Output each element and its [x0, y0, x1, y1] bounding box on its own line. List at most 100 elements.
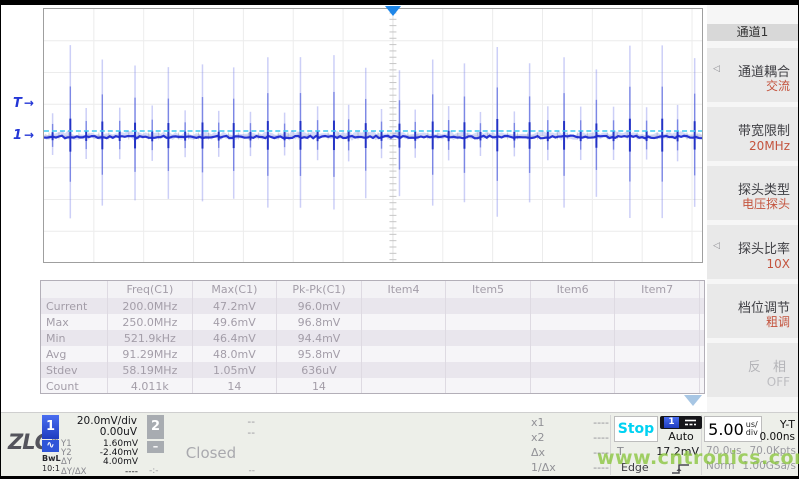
value-cell: [699, 362, 705, 378]
timebase-scale-box[interactable]: 5.00 us/ div: [704, 416, 762, 442]
channel1-marker-label: 1: [13, 128, 22, 143]
value-cell: [530, 330, 615, 346]
table-header-cell: Item4: [361, 281, 446, 298]
menu-item-value: 电压探头: [742, 195, 790, 212]
value-cell: 96.8mV: [277, 314, 362, 330]
value-cell: 48.0mV: [192, 346, 277, 362]
row-label-cell: Min: [41, 330, 108, 346]
menu-item-value: 10X: [767, 257, 791, 271]
channel1-status-block[interactable]: 1 20.0mV/div 0.00uV ∿ BwL 10:1 Y11.60mVY…: [42, 414, 138, 476]
value-cell: 14: [277, 378, 362, 394]
watermark: www.cntronics.com: [597, 447, 799, 469]
channel2-extra: --: [249, 466, 256, 476]
value-cell: [530, 346, 615, 362]
channel2-status-block[interactable]: 2 -- -- – Closed -:- --: [147, 414, 257, 476]
value-cell: [699, 330, 705, 346]
timebase-value: 5.00: [708, 420, 744, 439]
table-row: Max250.0MHz49.6mV96.8mV: [41, 314, 705, 330]
channel2-status-text: Closed: [167, 444, 255, 462]
value-cell: [446, 330, 531, 346]
value-cell: [361, 298, 446, 314]
sidebar-item-2[interactable]: 带宽限制20MHz: [707, 107, 798, 161]
display-mode: Y-T: [780, 418, 795, 431]
dc-coupling-icon: [683, 418, 698, 427]
scroll-down-arrow-icon[interactable]: [684, 395, 702, 406]
menu-item-value: 粗调: [766, 313, 790, 330]
sidebar-title: 通道1: [707, 24, 798, 41]
cursor-label: 1/Δx: [531, 460, 556, 475]
measurement-table: Freq(C1)Max(C1)Pk-Pk(C1)Item4Item5Item6I…: [40, 280, 705, 394]
menu-item-value: 交流: [766, 77, 790, 94]
value-cell: 14: [192, 378, 277, 394]
value-cell: [446, 298, 531, 314]
row-label-cell: Stdev: [41, 362, 108, 378]
channel1-ground-marker[interactable]: 1→: [13, 129, 34, 142]
y-cursor-readouts: Y11.60mVY2-2.40mVΔY4.00mVΔY/ΔX----: [61, 440, 138, 477]
value-cell: 47.2mV: [192, 298, 277, 314]
channel2-badge[interactable]: 2: [147, 415, 164, 439]
trigger-source-strip[interactable]: 1: [660, 416, 702, 429]
table-header-cell: Item6: [530, 281, 615, 298]
cursor-label: x2: [531, 430, 545, 445]
menu-item-label: 探头比率: [738, 238, 790, 257]
channel2-ratio: -:-: [149, 466, 159, 476]
cursor-label: x1: [531, 415, 545, 430]
value-cell: [361, 330, 446, 346]
channel1-scale: 20.0mV/div 0.00uV: [61, 416, 137, 438]
sidebar-item-1[interactable]: ◁通道耦合交流: [707, 48, 798, 102]
channel-menu-sidebar: 通道1 ◁通道耦合交流带宽限制20MHz探头类型电压探头◁探头比率10X档位调节…: [707, 5, 798, 412]
value-cell: 91.29MHz: [108, 346, 193, 362]
value-cell: [615, 362, 700, 378]
cursor-value: ----: [125, 468, 138, 477]
sidebar-item-3[interactable]: 探头类型电压探头: [707, 166, 798, 220]
trigger-level-marker[interactable]: T→: [13, 97, 34, 110]
value-cell: 1.05mV: [192, 362, 277, 378]
table-header-cell: Freq(C1): [108, 281, 193, 298]
row-label-cell: Max: [41, 314, 108, 330]
channel1-badge[interactable]: 1: [42, 415, 59, 439]
run-stop-indicator[interactable]: Stop: [614, 416, 658, 442]
table-header-cell: Item5: [446, 281, 531, 298]
value-cell: [615, 378, 700, 394]
waveform-svg: [44, 9, 702, 262]
value-cell: 46.4mV: [192, 330, 277, 346]
value-cell: 250.0MHz: [108, 314, 193, 330]
value-cell: [615, 298, 700, 314]
value-cell: 96.0mV: [277, 298, 362, 314]
waveform-plot: [43, 8, 703, 263]
cursor-label: Δx: [531, 445, 545, 460]
value-cell: [361, 346, 446, 362]
value-cell: [615, 330, 700, 346]
table-header-cell: Item7: [615, 281, 700, 298]
sidebar-item-5[interactable]: 档位调节粗调: [707, 284, 798, 338]
value-cell: [446, 362, 531, 378]
sidebar-item-6: 反 相OFF: [707, 343, 798, 397]
trigger-position-marker-icon[interactable]: [385, 6, 401, 16]
probe-ratio-indicator: 10:1: [42, 464, 60, 473]
value-cell: [361, 362, 446, 378]
row-label-cell: Avg: [41, 346, 108, 362]
value-cell: [446, 314, 531, 330]
value-cell: [615, 314, 700, 330]
value-cell: [530, 362, 615, 378]
measurement-table-grid: Freq(C1)Max(C1)Pk-Pk(C1)Item4Item5Item6I…: [41, 281, 705, 394]
sidebar-item-4[interactable]: ◁探头比率10X: [707, 225, 798, 279]
table-corner-cell: [41, 281, 108, 298]
value-cell: 636uV: [277, 362, 362, 378]
table-header-cell: Max(C1): [192, 281, 277, 298]
value-cell: [530, 378, 615, 394]
value-cell: [361, 314, 446, 330]
value-cell: [699, 378, 705, 394]
value-cell: [446, 378, 531, 394]
right-arrow-icon: →: [24, 128, 34, 142]
cursor-label: ΔY/ΔX: [61, 468, 87, 477]
value-cell: 521.9kHz: [108, 330, 193, 346]
table-row: Stdev58.19MHz1.05mV636uV: [41, 362, 705, 378]
menu-item-label: 反 相: [748, 356, 790, 375]
value-cell: [530, 314, 615, 330]
table-header-row: Freq(C1)Max(C1)Pk-Pk(C1)Item4Item5Item6I…: [41, 281, 705, 298]
trigger-mode[interactable]: Auto: [660, 430, 702, 443]
table-row: Current200.0MHz47.2mV96.0mV: [41, 298, 705, 314]
trigger-level-label: T: [13, 96, 22, 111]
table-row: Min521.9kHz46.4mV94.4mV: [41, 330, 705, 346]
